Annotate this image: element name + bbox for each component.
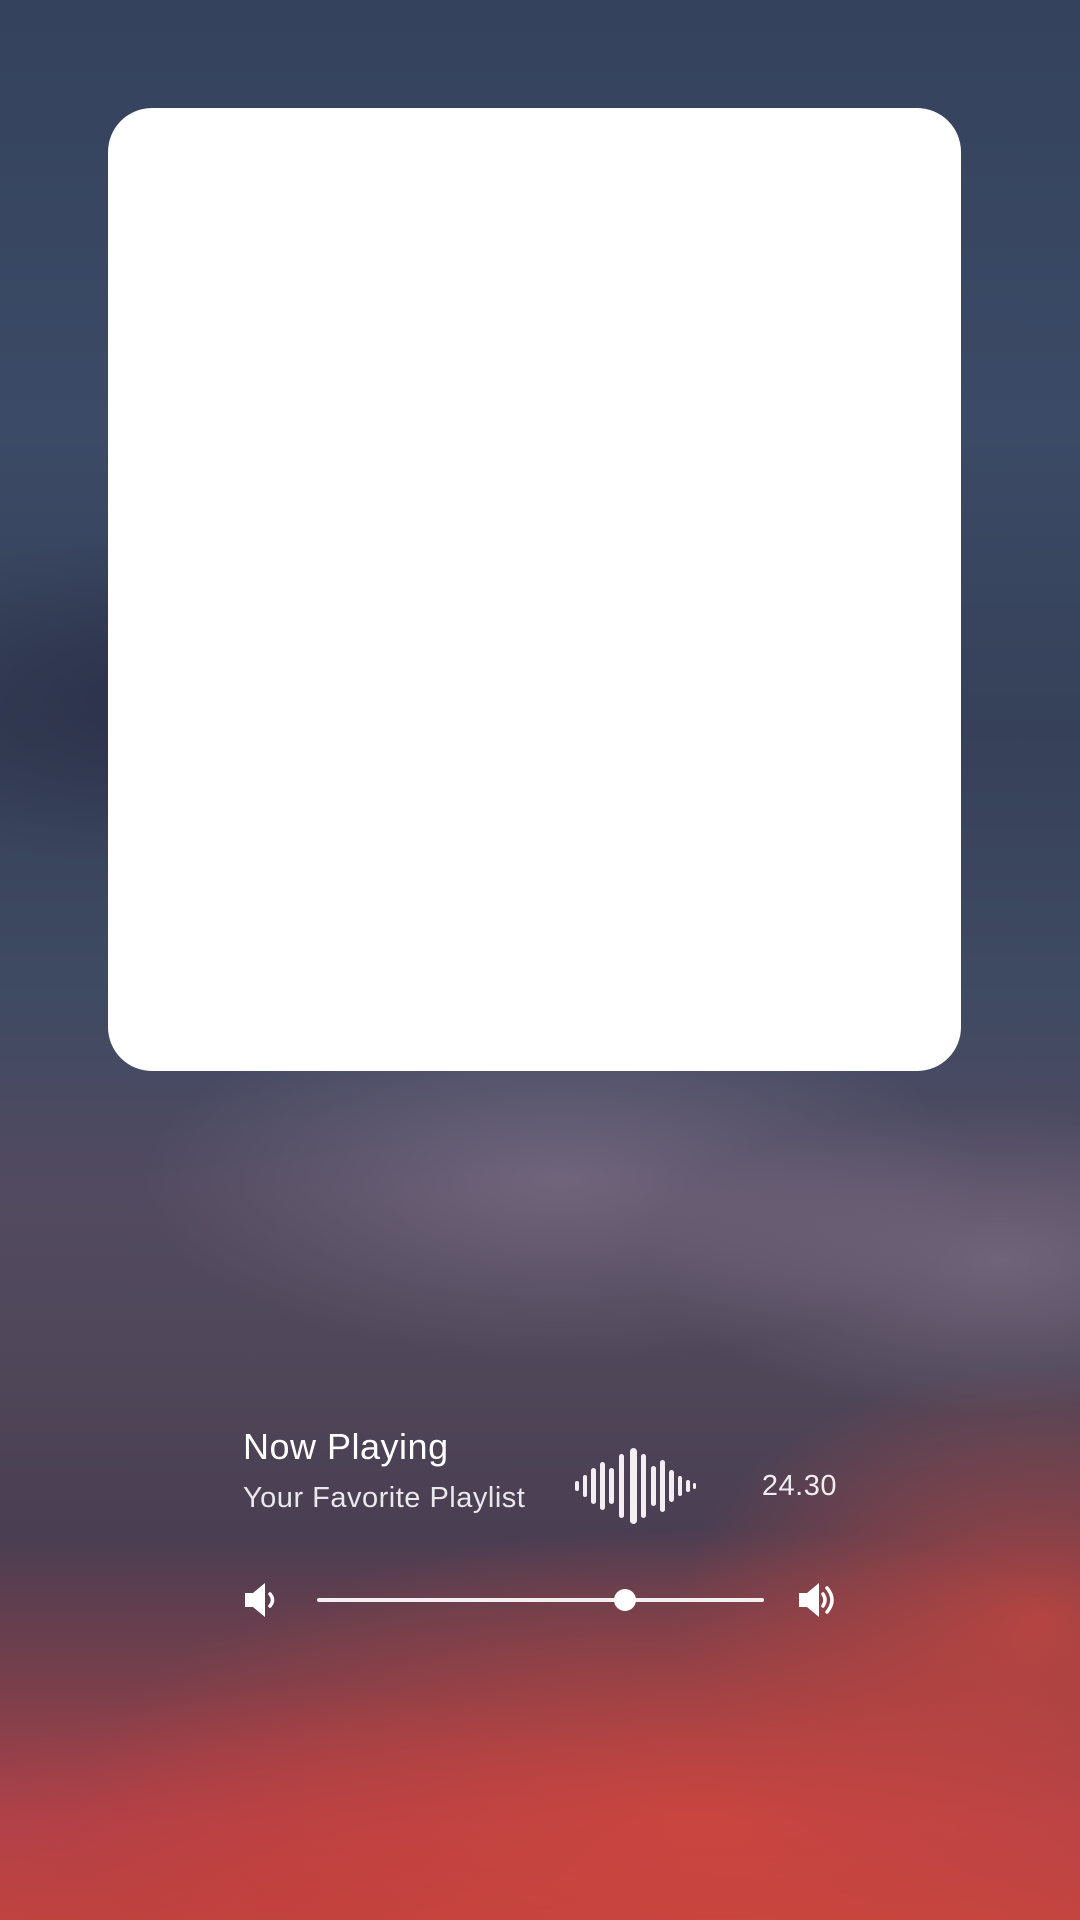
playlist-subtitle: Your Favorite Playlist [243,1482,526,1514]
album-art-card [108,108,961,1071]
now-playing-panel: Now Playing Your Favorite Playlist 24.30 [243,1426,837,1524]
volume-up-icon[interactable] [797,1580,837,1620]
volume-control [243,1580,837,1620]
elapsed-time: 24.30 [761,1470,837,1502]
volume-slider-thumb[interactable] [614,1589,637,1611]
volume-slider[interactable] [317,1589,764,1611]
volume-down-icon[interactable] [243,1580,283,1620]
waveform-icon [575,1448,696,1524]
now-playing-title: Now Playing [243,1426,449,1467]
